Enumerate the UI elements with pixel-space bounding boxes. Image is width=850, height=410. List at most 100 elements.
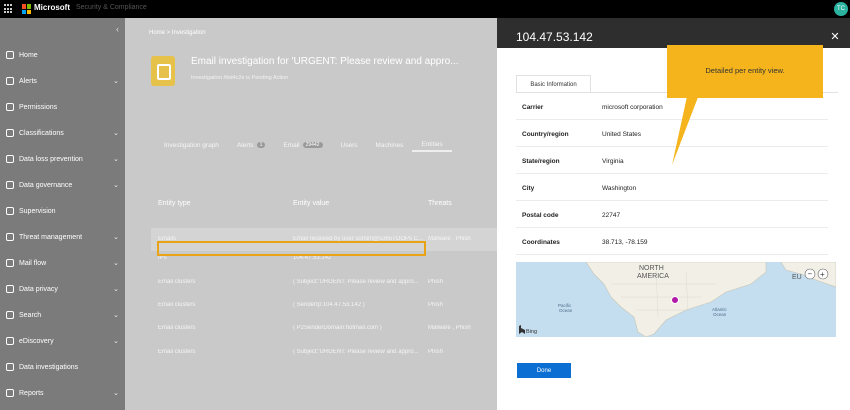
chevron-down-icon: ⌄: [113, 390, 119, 397]
bing-logo: Bing: [519, 325, 537, 335]
sidebar-item-label: Data privacy: [19, 285, 58, 293]
report-icon: [6, 389, 14, 397]
column-header-entity-value[interactable]: Entity value: [293, 200, 329, 207]
breadcrumb[interactable]: Home > Investigation: [149, 30, 206, 36]
chevron-down-icon: ⌄: [113, 312, 119, 319]
sidebar-item-label: Data loss prevention: [19, 155, 83, 163]
location-marker[interactable]: [671, 296, 679, 304]
tab-entities[interactable]: Entities: [412, 138, 452, 152]
investigation-tabs: Investigation graph Alerts 1 Email 29442 U…: [155, 138, 452, 152]
tab-investigation-graph[interactable]: Investigation graph: [155, 138, 228, 152]
page-title: Email investigation for 'URGENT: Please …: [191, 56, 459, 67]
sidebar-item-reports[interactable]: Reports ⌄: [0, 383, 125, 403]
map-label-atlantic: Atlantic Ocean: [712, 307, 728, 317]
chevron-down-icon: ⌄: [113, 78, 119, 85]
column-header-entity-type[interactable]: Entity type: [158, 200, 191, 207]
detail-value: 22747: [602, 212, 621, 219]
entity-type-cell: Email clusters: [158, 279, 196, 285]
threats-cell: Phish: [428, 302, 444, 308]
detail-value: microsoft corporation: [602, 104, 663, 111]
sidebar-item-label: Reports: [19, 389, 44, 397]
sidebar: ‹ Home Alerts ⌄ Permissions Classifications ⌄…: [0, 18, 125, 410]
sidebar-item-alerts[interactable]: Alerts ⌄: [0, 71, 125, 91]
bug-icon: [6, 233, 14, 241]
alert-icon: [6, 77, 14, 85]
detail-row-carrier: Carrier microsoft corporation: [516, 93, 828, 120]
tab-basic-information[interactable]: Basic Information: [516, 75, 591, 93]
sidebar-item-mail-flow[interactable]: Mail flow ⌄: [0, 253, 125, 273]
tab-users[interactable]: Users: [332, 138, 367, 152]
tab-label: Users: [340, 141, 358, 149]
entity-value-cell[interactable]: ( SenderIp:104.47.53.142 ): [293, 302, 425, 308]
entity-type-cell: Email clusters: [158, 349, 196, 355]
zoom-out-button[interactable]: −: [804, 268, 816, 280]
close-icon[interactable]: ✕: [830, 32, 840, 43]
collapse-icon[interactable]: ‹: [116, 24, 119, 34]
table-row[interactable]: Email clusters ( Subject:'URGENT: Please …: [151, 341, 497, 364]
map-label-europe: EU: [792, 274, 802, 281]
chevron-down-icon: ⌄: [113, 234, 119, 241]
detail-label: City: [522, 185, 535, 192]
search-icon: [6, 311, 14, 319]
map-graphic: NORTH AMERICA Pacific Ocean Atlantic Ocean …: [519, 262, 836, 337]
privacy-icon: [6, 285, 14, 293]
tab-alerts[interactable]: Alerts 1: [228, 138, 274, 152]
location-map[interactable]: NORTH AMERICA Pacific Ocean Atlantic Ocean …: [516, 262, 836, 337]
sidebar-item-data-loss-prevention[interactable]: Data loss prevention ⌄: [0, 149, 125, 169]
sidebar-item-search[interactable]: Search ⌄: [0, 305, 125, 325]
zoom-in-button[interactable]: +: [817, 268, 829, 280]
detail-row-state-region: State/region Virginia: [516, 147, 828, 174]
table-row[interactable]: Email clusters ( Subject:'URGENT: Please …: [151, 271, 497, 294]
sidebar-item-label: Classifications: [19, 129, 64, 137]
chevron-down-icon: ⌄: [113, 338, 119, 345]
detail-value: Washington: [602, 185, 637, 192]
detail-row-city: City Washington: [516, 174, 828, 201]
sidebar-item-permissions[interactable]: Permissions: [0, 97, 125, 117]
tab-email[interactable]: Email 29442: [274, 138, 331, 152]
done-button[interactable]: Done: [517, 363, 571, 378]
column-header-threats[interactable]: Threats: [428, 200, 452, 207]
entity-value-cell[interactable]: ( P2SenderDomain:hotmail.com ): [293, 325, 425, 331]
sidebar-item-data-governance[interactable]: Data governance ⌄: [0, 175, 125, 195]
map-label-pacific: Pacific Ocean: [558, 303, 573, 313]
tab-label: Email: [283, 141, 300, 149]
tab-label: Investigation graph: [164, 141, 219, 149]
tab-machines[interactable]: Machines: [367, 138, 413, 152]
sidebar-item-data-privacy[interactable]: Data privacy ⌄: [0, 279, 125, 299]
sidebar-item-threat-management[interactable]: Threat management ⌄: [0, 227, 125, 247]
sidebar-item-label: Home: [19, 51, 38, 59]
entity-value-cell[interactable]: ( Subject:'URGENT: Please review and app…: [293, 279, 425, 285]
sidebar-item-label: Mail flow: [19, 259, 47, 267]
threats-cell: Malware , Phish: [428, 325, 471, 331]
chevron-down-icon: ⌄: [113, 182, 119, 189]
investigation-icon: [151, 56, 175, 86]
sidebar-item-classifications[interactable]: Classifications ⌄: [0, 123, 125, 143]
tab-label: Entities: [421, 140, 443, 148]
avatar[interactable]: TC: [834, 2, 848, 16]
detail-row-postal-code: Postal code 22747: [516, 201, 828, 228]
microsoft-logo-icon: [22, 4, 32, 14]
sidebar-item-data-investigations[interactable]: Data investigations: [0, 357, 125, 377]
sidebar-item-supervision[interactable]: Supervision: [0, 201, 125, 221]
app-launcher-icon[interactable]: [4, 4, 14, 14]
entity-value-cell[interactable]: ( Subject:'URGENT: Please review and app…: [293, 349, 425, 355]
detail-label: Coordinates: [522, 239, 560, 246]
detail-label: Postal code: [522, 212, 559, 219]
count-badge: 1: [256, 142, 266, 148]
sidebar-item-home[interactable]: Home: [0, 45, 125, 65]
entity-type-cell: Email clusters: [158, 325, 196, 331]
sidebar-item-label: Alerts: [19, 77, 37, 85]
svg-text:+: +: [820, 270, 825, 279]
detail-row-country-region: Country/region United States: [516, 120, 828, 147]
tab-label: Machines: [375, 141, 404, 149]
chevron-down-icon: ⌄: [113, 156, 119, 163]
sidebar-item-label: Supervision: [19, 207, 56, 215]
sidebar-item-ediscovery[interactable]: eDiscovery ⌄: [0, 331, 125, 351]
table-row[interactable]: Email clusters ( P2SenderDomain:hotmail.c…: [151, 317, 497, 340]
sidebar-item-label: Search: [19, 311, 42, 319]
chevron-down-icon: ⌄: [113, 130, 119, 137]
tab-label: Alerts: [236, 141, 254, 149]
table-row[interactable]: Email clusters ( SenderIp:104.47.53.142 )…: [151, 294, 497, 317]
entity-type-cell: Email clusters: [158, 302, 196, 308]
tag-icon: [6, 129, 14, 137]
